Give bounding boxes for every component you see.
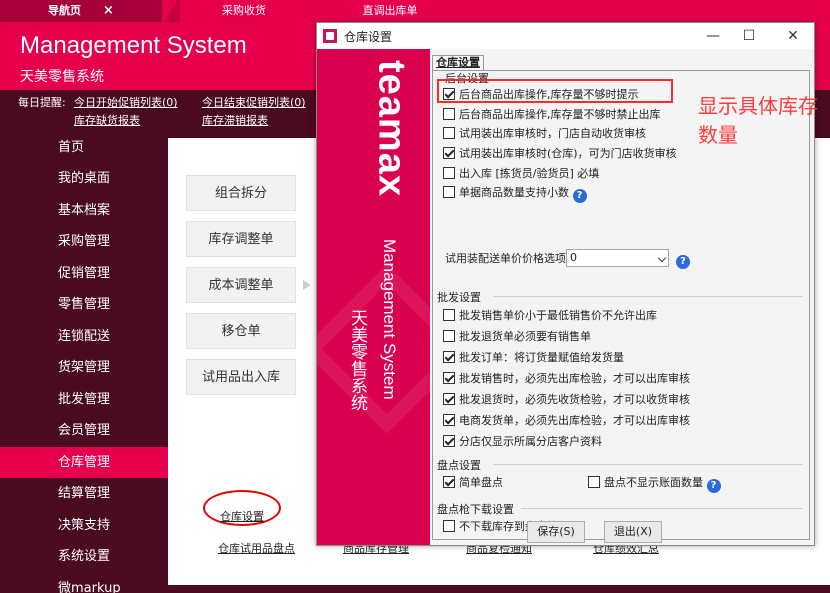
reminder-link-stockout-report[interactable]: 库存缺货报表: [74, 112, 140, 128]
option-decimal-quantity[interactable]: 单据商品数量支持小数 ?: [443, 185, 587, 203]
sidebar-item-decision-support[interactable]: 决策支持: [0, 510, 168, 541]
teamax-logo: teamax: [370, 60, 413, 197]
divider: [521, 508, 803, 509]
tab-bar: 导航页 × 采购收货 直调出库单: [0, 0, 830, 22]
option-wholesale-return-needs-sale[interactable]: 批发退货单必须要有销售单: [443, 329, 591, 345]
help-icon[interactable]: ?: [706, 479, 721, 493]
option-wholesale-return-inspect[interactable]: 批发退货时，必须先收货检验，才可以收货审核: [443, 392, 690, 408]
trial-inout-button[interactable]: 试用品出入库: [186, 359, 296, 395]
chevron-down-icon: [657, 253, 667, 263]
checkbox[interactable]: [443, 147, 455, 159]
transfer-button[interactable]: 移仓单: [186, 313, 296, 349]
checkbox[interactable]: [443, 520, 455, 532]
option-trial-auto-receive[interactable]: 试用装出库审核时，门店自动收货审核: [443, 126, 646, 142]
reminder-link-promo-end[interactable]: 今日结束促销列表(0): [202, 94, 306, 110]
tab-label: 采购收货: [222, 4, 266, 17]
option-wholesale-sale-inspect[interactable]: 批发销售时，必须先出库检验，才可以出库审核: [443, 371, 690, 387]
price-option-select[interactable]: 0: [566, 249, 669, 267]
tab-label: 直调出库单: [362, 4, 418, 17]
checkbox[interactable]: [443, 372, 455, 384]
help-icon[interactable]: ?: [676, 251, 690, 269]
main-bottom-strip: [168, 585, 830, 593]
group-title-wholesale: 批发设置: [437, 291, 481, 304]
option-ecommerce-inspect[interactable]: 电商发货单，必须先出库检验，才可以出库审核: [443, 413, 690, 429]
divider: [493, 464, 803, 465]
help-icon[interactable]: ?: [572, 189, 587, 203]
tab-warehouse-settings[interactable]: 仓库设置: [432, 55, 484, 71]
reminder-link-promo-start[interactable]: 今日开始促销列表(0): [74, 94, 178, 110]
sidebar-item-chain-distribution[interactable]: 连锁配送: [0, 321, 168, 352]
option-picker-required[interactable]: 出入库 [拣货员/验货员] 必填: [443, 166, 599, 182]
brand-panel: teamax Management System 天美零售系统: [317, 49, 430, 545]
option-backend-block-low-stock[interactable]: 后台商品出库操作,库存量不够时禁止出库: [443, 107, 661, 123]
option-branch-customers-only[interactable]: 分店仅显示所属分店客户资料: [443, 434, 602, 450]
option-wholesale-min-price[interactable]: 批发销售单价小于最低销售价不允许出库: [443, 308, 657, 324]
dialog-title: 仓库设置: [344, 30, 393, 44]
tab-separator: [162, 0, 180, 22]
stock-adjust-button[interactable]: 库存调整单: [186, 221, 296, 257]
group-title-scanner: 盘点枪下载设置: [437, 503, 514, 516]
option-hide-book-quantity[interactable]: 盘点不显示账面数量 ?: [588, 475, 721, 493]
close-button[interactable]: ✕: [782, 26, 804, 46]
sidebar-item-settlement[interactable]: 结算管理: [0, 478, 168, 509]
highlight-box: [437, 79, 673, 103]
sidebar-item-member[interactable]: 会员管理: [0, 415, 168, 446]
sidebar: 首页 我的桌面 基本档案 采购管理 促销管理 零售管理 连锁配送 货架管理 批发…: [0, 130, 177, 593]
save-button[interactable]: 保存(S): [527, 521, 585, 543]
checkbox[interactable]: [443, 309, 455, 321]
sidebar-item-wholesale[interactable]: 批发管理: [0, 384, 168, 415]
option-wholesale-order-qty[interactable]: 批发订单：将订货量赋值给发货量: [443, 350, 624, 366]
combine-split-button[interactable]: 组合拆分: [186, 175, 296, 211]
reminder-label: 每日提醒:: [18, 96, 66, 109]
brand-vertical-en: Management System: [380, 239, 399, 400]
sidebar-item-my-desktop[interactable]: 我的桌面: [0, 163, 168, 194]
dialog-title-bar: 仓库设置 — ☐ ✕: [317, 23, 814, 49]
sidebar-item-wechat[interactable]: 微markup: [0, 573, 168, 593]
checkbox[interactable]: [443, 435, 455, 447]
app-subtitle: 天美零售系统: [20, 69, 104, 85]
sidebar-item-basic-files[interactable]: 基本档案: [0, 195, 168, 226]
divider: [493, 296, 803, 297]
sidebar-item-promotion[interactable]: 促销管理: [0, 258, 168, 289]
checkbox[interactable]: [588, 476, 600, 488]
app-title: Management System: [20, 32, 247, 59]
maximize-button[interactable]: ☐: [738, 26, 760, 46]
checkbox[interactable]: [443, 414, 455, 426]
close-icon[interactable]: ×: [103, 3, 114, 18]
link-trial-inventory-count[interactable]: 仓库试用品盘点: [218, 540, 295, 556]
app-icon: [323, 29, 337, 43]
sidebar-item-purchasing[interactable]: 采购管理: [0, 226, 168, 257]
minimize-button[interactable]: —: [702, 26, 724, 46]
checkbox[interactable]: [443, 186, 455, 198]
tab-direct-transfer[interactable]: 直调出库单: [320, 0, 460, 22]
brand-vertical-cn: 天美零售系统: [347, 309, 367, 411]
sidebar-item-shelf[interactable]: 货架管理: [0, 352, 168, 383]
price-option-label: 试用装配送单价价格选项: [445, 252, 566, 265]
sidebar-item-retail[interactable]: 零售管理: [0, 289, 168, 320]
exit-button[interactable]: 退出(X): [604, 521, 662, 543]
checkbox[interactable]: [443, 393, 455, 405]
link-warehouse-settings[interactable]: 仓库设置: [220, 508, 264, 524]
sidebar-item-home[interactable]: 首页: [0, 132, 168, 163]
tab-navigation[interactable]: 导航页 ×: [0, 0, 162, 22]
group-title-inventory: 盘点设置: [437, 459, 481, 472]
checkbox[interactable]: [443, 330, 455, 342]
sidebar-item-warehouse[interactable]: 仓库管理: [0, 447, 177, 478]
checkbox[interactable]: [443, 108, 455, 120]
sidebar-item-system-settings[interactable]: 系统设置: [0, 541, 168, 572]
annotation-text: 显示具体库存数量: [698, 94, 818, 147]
arrow-right-icon: [303, 280, 311, 290]
tab-purchase-receive[interactable]: 采购收货: [180, 0, 308, 22]
tab-label: 导航页: [48, 4, 82, 17]
reminder-link-slow-moving-report[interactable]: 库存滞销报表: [202, 112, 268, 128]
checkbox[interactable]: [443, 127, 455, 139]
checkbox[interactable]: [443, 351, 455, 363]
cost-adjust-button[interactable]: 成本调整单: [186, 267, 296, 303]
option-simple-count[interactable]: 简单盘点: [443, 475, 503, 491]
checkbox[interactable]: [443, 476, 455, 488]
checkbox[interactable]: [443, 167, 455, 179]
option-trial-warehouse-receive[interactable]: 试用装出库审核时(仓库)，可为门店收货审核: [443, 146, 677, 162]
